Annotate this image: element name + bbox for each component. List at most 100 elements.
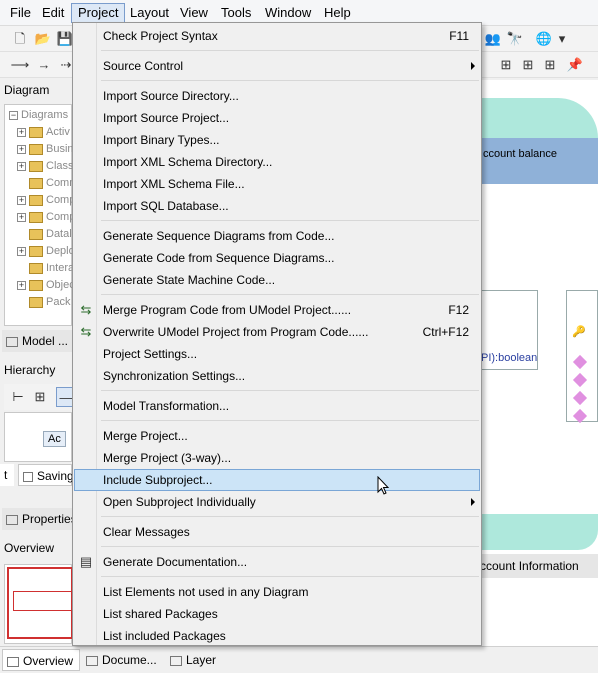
menu-tools[interactable]: Tools bbox=[215, 3, 257, 23]
documentation-icon: ▤ bbox=[79, 554, 93, 569]
menu-separator bbox=[101, 80, 479, 81]
menu-item-import-source-project[interactable]: Import Source Project... bbox=[74, 107, 480, 129]
chevron-down-icon[interactable]: ▾ bbox=[556, 29, 568, 49]
menu-edit[interactable]: Edit bbox=[36, 3, 70, 23]
fetch-icon[interactable]: ⊞ bbox=[518, 55, 538, 75]
tree-item-diagrams[interactable]: − Diagrams bbox=[9, 109, 68, 126]
menu-item-model-transformation[interactable]: Model Transformation... bbox=[74, 395, 480, 417]
menu-item-generate-state-machine-code[interactable]: Generate State Machine Code... bbox=[74, 269, 480, 291]
tree-item[interactable]: + Objec bbox=[17, 279, 75, 296]
folder-icon bbox=[29, 143, 43, 155]
operation-icon bbox=[572, 408, 588, 424]
merge-code-icon: ⇆ bbox=[80, 302, 92, 317]
menu-separator bbox=[101, 546, 479, 547]
mouse-cursor-icon bbox=[377, 476, 390, 495]
menu-help[interactable]: Help bbox=[318, 3, 357, 23]
fetch-icon[interactable]: ⊞ bbox=[540, 55, 560, 75]
fetch-icon[interactable]: ⊞ bbox=[496, 55, 516, 75]
tree-item[interactable]: + Activ bbox=[17, 126, 70, 143]
tree-item[interactable]: + Busin bbox=[17, 143, 74, 160]
menu-item-merge-project[interactable]: Merge Project... bbox=[74, 425, 480, 447]
submenu-arrow-icon bbox=[471, 62, 475, 70]
hierarchy-tab-it[interactable]: t bbox=[0, 464, 14, 486]
folder-icon bbox=[29, 279, 43, 291]
menu-file[interactable]: File bbox=[4, 3, 37, 23]
menu-separator bbox=[101, 294, 479, 295]
menu-item-import-sql-database[interactable]: Import SQL Database... bbox=[74, 195, 480, 217]
menu-item-overwrite-umodel-project[interactable]: ⇆ Overwrite UModel Project from Program C… bbox=[74, 321, 480, 343]
class-box[interactable]: 🔑 bbox=[566, 290, 598, 424]
hierarchy-view: Ac bbox=[4, 412, 72, 462]
menu-item-generate-documentation[interactable]: ▤ Generate Documentation... bbox=[74, 551, 480, 573]
menu-item-open-subproject-individually[interactable]: Open Subproject Individually bbox=[74, 491, 480, 513]
menu-item-merge-project-3way[interactable]: Merge Project (3-way)... bbox=[74, 447, 480, 469]
tab-overview[interactable]: Overview bbox=[2, 649, 80, 671]
menu-window[interactable]: Window bbox=[259, 3, 317, 23]
menu-item-check-project-syntax[interactable]: Check Project Syntax F11 bbox=[74, 25, 480, 47]
binoculars-icon[interactable]: 🔭 bbox=[505, 29, 525, 49]
tree-item[interactable]: +Comm bbox=[17, 177, 78, 194]
menu-item-include-subproject[interactable]: Include Subproject... bbox=[74, 469, 480, 491]
project-menu: Check Project Syntax F11 Source Control I… bbox=[72, 22, 482, 646]
folder-icon bbox=[29, 245, 43, 257]
menu-item-import-xml-schema-directory[interactable]: Import XML Schema Directory... bbox=[74, 151, 480, 173]
tree-item[interactable]: + Deplo bbox=[17, 245, 75, 262]
menu-item-generate-code-from-sequence[interactable]: Generate Code from Sequence Diagrams... bbox=[74, 247, 480, 269]
folder-icon bbox=[29, 296, 43, 308]
tab-properties[interactable]: Properties bbox=[2, 508, 77, 530]
tree-item[interactable]: + Comp bbox=[17, 211, 75, 228]
tree-item[interactable]: + Class bbox=[17, 160, 74, 177]
people-icon[interactable]: 👥 bbox=[483, 29, 503, 49]
layer-icon bbox=[170, 655, 182, 666]
tree-item[interactable]: + Comp bbox=[17, 194, 75, 211]
menu-item-clear-messages[interactable]: Clear Messages bbox=[74, 521, 480, 543]
tree-item[interactable]: +Pack bbox=[17, 296, 70, 313]
folder-icon bbox=[29, 262, 43, 274]
arrow-icon[interactable]: ⟶ bbox=[10, 55, 30, 75]
tree-item[interactable]: +Datal bbox=[17, 228, 72, 245]
properties-icon bbox=[6, 514, 18, 525]
menu-item-generate-sequence-diagrams[interactable]: Generate Sequence Diagrams from Code... bbox=[74, 225, 480, 247]
operation-icon bbox=[572, 390, 588, 406]
menu-separator bbox=[101, 50, 479, 51]
tab-model-tree[interactable]: Model ... bbox=[2, 330, 72, 352]
menu-item-list-shared-packages[interactable]: List shared Packages bbox=[74, 603, 480, 625]
arrow-icon[interactable]: → bbox=[34, 55, 54, 75]
hierarchy-tree-icon[interactable]: ⊢ bbox=[8, 387, 28, 407]
menu-item-merge-program-code[interactable]: ⇆ Merge Program Code from UModel Project.… bbox=[74, 299, 480, 321]
hierarchy-graph-icon[interactable]: ⊞ bbox=[30, 387, 50, 407]
key-icon: 🔑 bbox=[572, 326, 586, 338]
menu-item-synchronization-settings[interactable]: Synchronization Settings... bbox=[74, 365, 480, 387]
folder-icon bbox=[29, 160, 43, 172]
menu-item-list-included-packages[interactable]: List included Packages bbox=[74, 625, 480, 647]
menu-item-import-xml-schema-file[interactable]: Import XML Schema File... bbox=[74, 173, 480, 195]
menu-separator bbox=[101, 420, 479, 421]
hierarchy-node[interactable]: Ac bbox=[43, 431, 66, 447]
menu-item-import-source-directory[interactable]: Import Source Directory... bbox=[74, 85, 480, 107]
hierarchy-title: Hierarchy bbox=[4, 363, 56, 377]
menu-item-project-settings[interactable]: Project Settings... bbox=[74, 343, 480, 365]
menu-item-import-binary-types[interactable]: Import Binary Types... bbox=[74, 129, 480, 151]
tree-item[interactable]: +Intera bbox=[17, 262, 74, 279]
menu-project[interactable]: Project bbox=[71, 3, 126, 23]
hierarchy-toolbar: ⊢ ⊞ — bbox=[4, 384, 76, 410]
menu-separator bbox=[101, 390, 479, 391]
overwrite-project-icon: ⇆ bbox=[80, 324, 92, 339]
overview-element bbox=[13, 591, 73, 611]
operation-icon bbox=[572, 354, 588, 370]
bottom-tab-bar: Overview Docume... Layer bbox=[0, 646, 598, 673]
tab-layer[interactable]: Layer bbox=[166, 649, 230, 671]
open-icon[interactable]: 📂 bbox=[33, 29, 53, 49]
documentation-icon bbox=[86, 655, 98, 666]
globe-icon[interactable]: 🌐 bbox=[534, 29, 554, 49]
menu-item-source-control[interactable]: Source Control bbox=[74, 55, 480, 77]
new-icon[interactable]: 🗋 bbox=[10, 29, 30, 49]
menu-separator bbox=[101, 576, 479, 577]
menu-item-list-elements-not-used[interactable]: List Elements not used in any Diagram bbox=[74, 581, 480, 603]
menu-view[interactable]: View bbox=[174, 3, 214, 23]
tab-documentation[interactable]: Docume... bbox=[82, 649, 164, 671]
hierarchy-tab-saving[interactable]: Saving bbox=[18, 464, 74, 486]
menu-layout[interactable]: Layout bbox=[124, 3, 175, 23]
pin-icon[interactable]: 📌 bbox=[565, 55, 585, 75]
folder-icon bbox=[6, 336, 18, 347]
